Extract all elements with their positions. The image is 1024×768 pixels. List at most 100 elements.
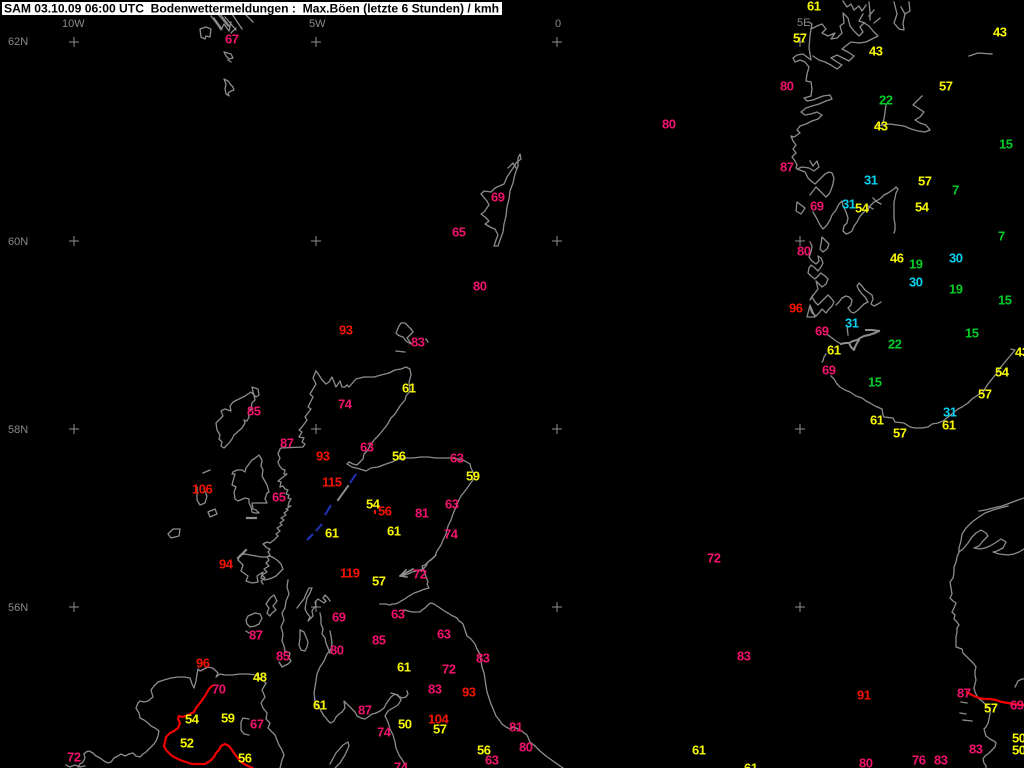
svg-text:54: 54: [915, 200, 930, 215]
svg-text:60N: 60N: [8, 236, 28, 248]
svg-text:19: 19: [949, 282, 963, 297]
svg-text:54: 54: [855, 201, 870, 216]
svg-text:43: 43: [869, 44, 883, 59]
svg-text:56N: 56N: [8, 602, 28, 614]
svg-text:48: 48: [253, 670, 267, 685]
svg-text:61: 61: [325, 526, 339, 541]
svg-text:56: 56: [392, 449, 406, 464]
svg-text:70: 70: [212, 682, 226, 697]
svg-text:63: 63: [445, 497, 459, 512]
svg-text:54: 54: [185, 712, 200, 727]
svg-text:59: 59: [466, 469, 480, 484]
svg-text:61: 61: [870, 413, 884, 428]
svg-text:56: 56: [238, 751, 252, 766]
svg-text:69: 69: [810, 199, 824, 214]
svg-text:61: 61: [692, 743, 706, 758]
svg-text:96: 96: [196, 656, 210, 671]
svg-text:87: 87: [780, 160, 794, 175]
svg-text:61: 61: [387, 524, 401, 539]
svg-text:57: 57: [918, 174, 932, 189]
svg-text:61: 61: [313, 698, 327, 713]
svg-text:7: 7: [952, 183, 959, 198]
svg-text:72: 72: [707, 551, 721, 566]
svg-text:30: 30: [949, 251, 963, 266]
svg-text:87: 87: [358, 703, 372, 718]
svg-text:81: 81: [509, 720, 523, 735]
svg-text:80: 80: [797, 244, 811, 259]
svg-text:69: 69: [815, 324, 829, 339]
svg-text:83: 83: [737, 649, 751, 664]
svg-text:0: 0: [555, 18, 561, 30]
svg-text:5W: 5W: [309, 18, 326, 30]
svg-text:87: 87: [249, 628, 263, 643]
svg-text:72: 72: [442, 662, 456, 677]
svg-text:50: 50: [398, 717, 412, 732]
svg-text:115: 115: [322, 475, 342, 490]
svg-text:69: 69: [1010, 698, 1024, 713]
svg-text:80: 80: [780, 79, 794, 94]
svg-text:30: 30: [909, 275, 923, 290]
svg-text:15: 15: [965, 326, 979, 341]
svg-text:65: 65: [272, 490, 286, 505]
svg-text:22: 22: [888, 337, 902, 352]
svg-text:59: 59: [221, 711, 235, 726]
svg-text:93: 93: [339, 323, 353, 338]
svg-text:52: 52: [180, 736, 194, 751]
svg-text:10W: 10W: [62, 18, 85, 30]
svg-text:43: 43: [1015, 345, 1024, 360]
svg-text:5E: 5E: [797, 17, 810, 29]
svg-text:74: 74: [338, 397, 353, 412]
svg-text:43: 43: [993, 25, 1007, 40]
svg-text:57: 57: [893, 426, 907, 441]
svg-text:96: 96: [789, 301, 803, 316]
svg-text:93: 93: [462, 685, 476, 700]
svg-text:61: 61: [744, 761, 758, 768]
svg-text:31: 31: [864, 173, 878, 188]
svg-text:80: 80: [473, 279, 487, 294]
svg-text:83: 83: [411, 335, 425, 350]
svg-text:62N: 62N: [8, 36, 28, 48]
svg-text:80: 80: [662, 117, 676, 132]
svg-text:76: 76: [912, 753, 926, 768]
svg-text:31: 31: [845, 316, 859, 331]
svg-text:94: 94: [219, 557, 234, 572]
svg-text:56: 56: [378, 504, 392, 519]
svg-text:69: 69: [491, 190, 505, 205]
svg-text:83: 83: [476, 651, 490, 666]
svg-text:57: 57: [984, 701, 998, 716]
svg-text:83: 83: [969, 742, 983, 757]
svg-text:87: 87: [280, 436, 294, 451]
svg-text:74: 74: [394, 760, 409, 768]
svg-text:93: 93: [316, 449, 330, 464]
svg-text:74: 74: [444, 527, 459, 542]
svg-text:54: 54: [995, 365, 1010, 380]
svg-text:43: 43: [874, 119, 888, 134]
svg-text:61: 61: [807, 0, 821, 14]
svg-text:57: 57: [793, 31, 807, 46]
svg-text:57: 57: [978, 387, 992, 402]
svg-text:61: 61: [402, 381, 416, 396]
svg-text:85: 85: [372, 633, 386, 648]
svg-text:74: 74: [377, 725, 392, 740]
svg-text:81: 81: [415, 506, 429, 521]
svg-text:80: 80: [330, 643, 344, 658]
svg-text:61: 61: [397, 660, 411, 675]
svg-text:83: 83: [428, 682, 442, 697]
svg-text:80: 80: [859, 756, 873, 768]
svg-text:63: 63: [450, 451, 464, 466]
svg-text:57: 57: [939, 79, 953, 94]
svg-text:15: 15: [999, 137, 1013, 152]
svg-text:85: 85: [247, 404, 261, 419]
svg-text:87: 87: [957, 686, 971, 701]
svg-text:57: 57: [433, 722, 447, 737]
svg-text:SAM 03.10.09 06:00 UTC Bodenw: SAM 03.10.09 06:00 UTC Bodenwettermeldun…: [4, 2, 499, 16]
svg-text:7: 7: [998, 229, 1005, 244]
svg-text:67: 67: [250, 717, 264, 732]
svg-text:106: 106: [192, 482, 212, 497]
svg-text:63: 63: [485, 753, 499, 768]
svg-text:67: 67: [225, 32, 239, 47]
svg-text:31: 31: [842, 197, 856, 212]
svg-text:65: 65: [452, 225, 466, 240]
svg-text:85: 85: [276, 649, 290, 664]
svg-text:72: 72: [67, 750, 81, 765]
